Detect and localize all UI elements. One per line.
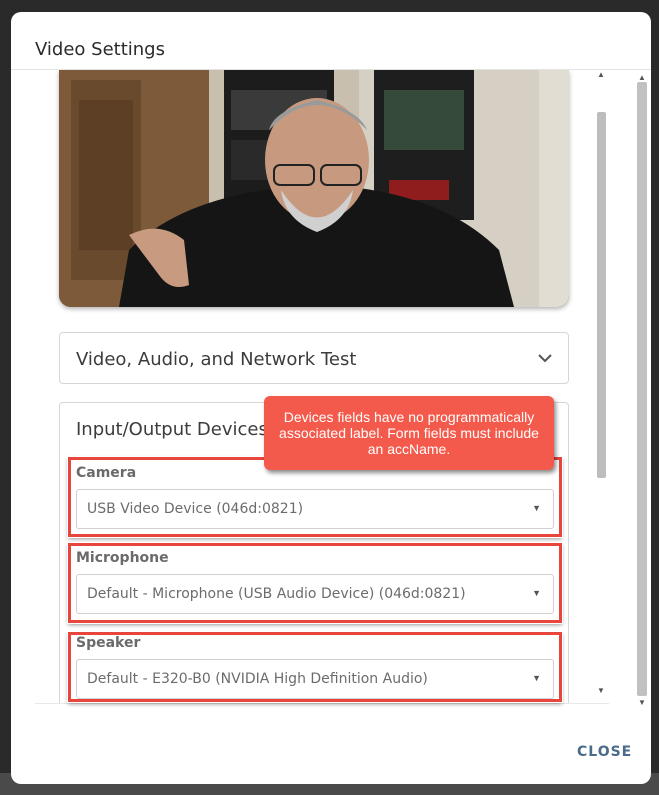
camera-preview-image — [59, 70, 569, 307]
scroll-up-icon[interactable]: ▲ — [638, 73, 646, 82]
dialog-header: Video Settings — [11, 12, 651, 70]
content-scrollbar[interactable]: ▲ ▼ — [593, 70, 609, 704]
close-button[interactable]: CLOSE — [577, 744, 632, 760]
dialog-title: Video Settings — [35, 39, 165, 60]
camera-preview — [59, 70, 569, 307]
scroll-down-icon[interactable]: ▼ — [638, 698, 646, 707]
footer-divider — [35, 703, 609, 704]
microphone-highlight-box — [68, 543, 562, 623]
accordion-label: Video, Audio, and Network Test — [76, 349, 357, 370]
network-test-accordion[interactable]: Video, Audio, and Network Test — [59, 332, 569, 384]
scroll-down-icon[interactable]: ▼ — [597, 686, 605, 695]
dialog-scrollbar-thumb[interactable] — [637, 82, 647, 696]
accessibility-annotation-callout: Devices fields have no programmatically … — [264, 396, 554, 470]
scroll-up-icon[interactable]: ▲ — [597, 70, 605, 79]
dialog-scrollbar[interactable]: ▲ ▼ — [633, 70, 651, 710]
content-scrollbar-thumb[interactable] — [597, 112, 606, 478]
speaker-highlight-box — [68, 632, 562, 702]
chevron-down-icon[interactable] — [536, 349, 554, 367]
io-devices-title: Input/Output Devices — [76, 419, 268, 440]
